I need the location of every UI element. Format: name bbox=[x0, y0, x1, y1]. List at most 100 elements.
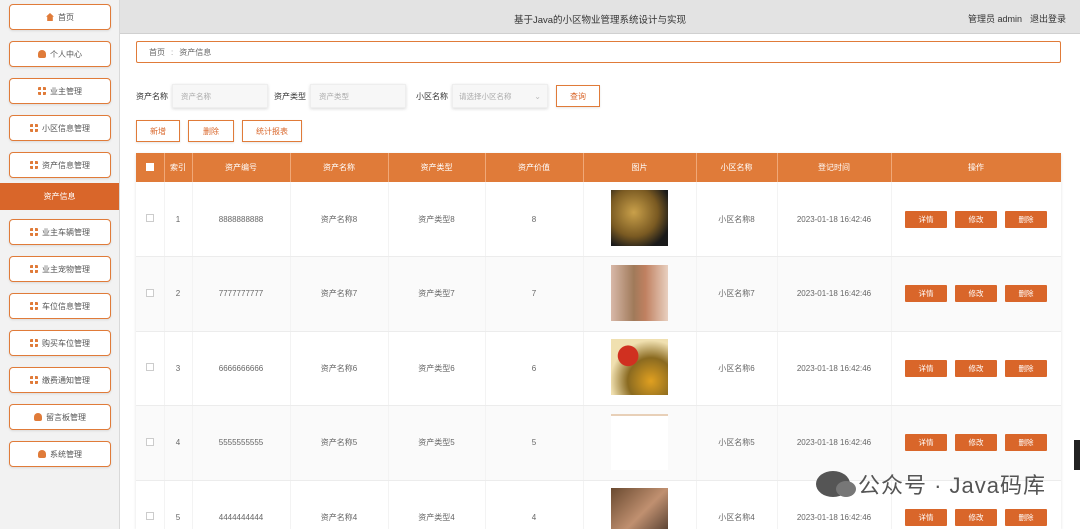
col-header-type: 资产类型 bbox=[388, 153, 486, 182]
select-all-checkbox[interactable] bbox=[145, 162, 154, 171]
row-delete-button[interactable]: 删除 bbox=[1005, 210, 1047, 228]
sidebar-item-community-info[interactable]: 小区信息管理 bbox=[9, 115, 111, 141]
sidebar-item-owner-management[interactable]: 业主管理 bbox=[9, 78, 111, 104]
sidebar-item-parking-purchase[interactable]: 购买车位管理 bbox=[9, 330, 111, 356]
cell-index: 4 bbox=[164, 405, 193, 481]
report-button[interactable]: 统计报表 bbox=[242, 120, 302, 142]
search-button[interactable]: 查询 bbox=[556, 85, 600, 107]
main-content: 首页 : 资产信息 资产名称 资产名称 资产类型 资产类型 小区名称 请选择小区… bbox=[120, 34, 1080, 529]
cell-time: 2023-01-18 16:42:46 bbox=[777, 331, 892, 406]
col-header-image: 图片 bbox=[583, 153, 697, 182]
asset-thumbnail[interactable] bbox=[611, 339, 668, 396]
add-button[interactable]: 新增 bbox=[136, 120, 180, 142]
row-checkbox[interactable] bbox=[145, 363, 154, 372]
breadcrumb: 首页 : 资产信息 bbox=[136, 41, 1061, 63]
row-delete-button[interactable]: 删除 bbox=[1005, 508, 1047, 526]
cell-type: 资产类型6 bbox=[388, 331, 486, 406]
cell-index: 2 bbox=[164, 256, 193, 332]
watermark: 公众号 · Java码库 bbox=[815, 468, 1046, 500]
cell-type: 资产类型5 bbox=[388, 405, 486, 481]
row-delete-button[interactable]: 删除 bbox=[1005, 285, 1047, 303]
home-icon bbox=[46, 13, 54, 21]
sidebar-item-vehicle-management[interactable]: 业主车辆管理 bbox=[9, 219, 111, 245]
grid-icon bbox=[30, 161, 38, 169]
asset-thumbnail[interactable] bbox=[611, 413, 668, 470]
detail-button[interactable]: 详情 bbox=[905, 285, 947, 303]
delete-button[interactable]: 删除 bbox=[188, 120, 234, 142]
breadcrumb-home[interactable]: 首页 bbox=[149, 47, 165, 58]
cell-type: 资产类型8 bbox=[388, 182, 486, 257]
detail-button[interactable]: 详情 bbox=[905, 434, 947, 452]
cell-value: 4 bbox=[485, 480, 584, 529]
edit-button[interactable]: 修改 bbox=[955, 285, 997, 303]
select-all-cell[interactable] bbox=[136, 153, 165, 182]
row-delete-button[interactable]: 删除 bbox=[1005, 359, 1047, 377]
sidebar-subitem-asset-info[interactable]: 资产信息 bbox=[0, 183, 119, 210]
cell-index: 1 bbox=[164, 182, 193, 257]
sidebar-item-payment-notice[interactable]: 缴费通知管理 bbox=[9, 367, 111, 393]
chevron-down-icon: ⌄ bbox=[534, 91, 541, 101]
cell-community: 小区名称4 bbox=[696, 480, 778, 529]
detail-button[interactable]: 详情 bbox=[905, 210, 947, 228]
user-area: 管理员 admin 退出登录 bbox=[960, 12, 1066, 25]
asset-thumbnail[interactable] bbox=[611, 190, 668, 246]
cell-value: 5 bbox=[485, 405, 584, 481]
sidebar-item-pet-management[interactable]: 业主宠物管理 bbox=[9, 256, 111, 282]
sidebar: 首页 个人中心 业主管理 小区信息管理 资产信息管理 资产信息 业主车辆管理 业… bbox=[0, 0, 120, 529]
asset-thumbnail[interactable] bbox=[611, 264, 668, 321]
edit-button[interactable]: 修改 bbox=[955, 359, 997, 377]
cell-code: 7777777777 bbox=[192, 256, 291, 332]
asset-thumbnail[interactable] bbox=[611, 488, 668, 529]
sidebar-item-label: 小区信息管理 bbox=[42, 123, 90, 133]
row-checkbox[interactable] bbox=[145, 214, 154, 222]
sidebar-item-label: 首页 bbox=[58, 12, 74, 22]
cell-type: 资产类型7 bbox=[388, 256, 486, 332]
sidebar-item-label: 业主管理 bbox=[50, 86, 82, 96]
sidebar-item-label: 购买车位管理 bbox=[42, 338, 90, 348]
community-name-label: 小区名称 bbox=[416, 91, 448, 101]
row-checkbox[interactable] bbox=[145, 512, 154, 521]
breadcrumb-separator: : bbox=[171, 47, 174, 57]
cell-community: 小区名称5 bbox=[696, 405, 778, 481]
col-header-community: 小区名称 bbox=[696, 153, 778, 182]
cell-community: 小区名称8 bbox=[696, 182, 778, 257]
grid-icon bbox=[30, 265, 38, 273]
cell-value: 7 bbox=[485, 256, 584, 332]
sidebar-item-label: 系统管理 bbox=[50, 449, 82, 459]
col-header-time: 登记时间 bbox=[777, 153, 892, 182]
watermark-text: 公众号 · Java码库 bbox=[857, 473, 1046, 498]
col-header-name: 资产名称 bbox=[290, 153, 389, 182]
sidebar-item-label: 资产信息管理 bbox=[42, 160, 90, 170]
detail-button[interactable]: 详情 bbox=[905, 508, 947, 526]
filter-bar: 资产名称 资产名称 资产类型 资产类型 小区名称 请选择小区名称 ⌄ 查询 bbox=[136, 84, 600, 108]
cell-name: 资产名称4 bbox=[290, 480, 389, 529]
community-select-placeholder: 请选择小区名称 bbox=[459, 91, 512, 101]
sidebar-item-asset-management[interactable]: 资产信息管理 bbox=[9, 152, 111, 178]
cell-code: 8888888888 bbox=[192, 182, 291, 257]
community-select[interactable]: 请选择小区名称 ⌄ bbox=[452, 84, 548, 108]
row-delete-button[interactable]: 删除 bbox=[1005, 434, 1047, 452]
edit-button[interactable]: 修改 bbox=[955, 508, 997, 526]
asset-name-input[interactable]: 资产名称 bbox=[172, 84, 268, 108]
col-header-value: 资产价值 bbox=[485, 153, 584, 182]
logout-link[interactable]: 退出登录 bbox=[1030, 14, 1066, 24]
edit-button[interactable]: 修改 bbox=[955, 210, 997, 228]
row-checkbox[interactable] bbox=[145, 288, 154, 297]
sidebar-item-label: 业主宠物管理 bbox=[42, 264, 90, 274]
sidebar-item-home[interactable]: 首页 bbox=[9, 4, 111, 30]
cell-type: 资产类型4 bbox=[388, 480, 486, 529]
cell-name: 资产名称8 bbox=[290, 182, 389, 257]
cell-value: 8 bbox=[485, 182, 584, 257]
sidebar-item-parking-info[interactable]: 车位信息管理 bbox=[9, 293, 111, 319]
edit-button[interactable]: 修改 bbox=[955, 434, 997, 452]
detail-button[interactable]: 详情 bbox=[905, 359, 947, 377]
sidebar-item-label: 车位信息管理 bbox=[42, 301, 90, 311]
col-header-code: 资产编号 bbox=[192, 153, 291, 182]
sidebar-item-personal-center[interactable]: 个人中心 bbox=[9, 41, 111, 67]
sidebar-item-message-board[interactable]: 留言板管理 bbox=[9, 404, 111, 430]
cell-code: 5555555555 bbox=[192, 405, 291, 481]
row-checkbox[interactable] bbox=[145, 437, 154, 446]
asset-type-input[interactable]: 资产类型 bbox=[310, 84, 406, 108]
cell-code: 4444444444 bbox=[192, 480, 291, 529]
sidebar-item-system-management[interactable]: 系统管理 bbox=[9, 441, 111, 467]
